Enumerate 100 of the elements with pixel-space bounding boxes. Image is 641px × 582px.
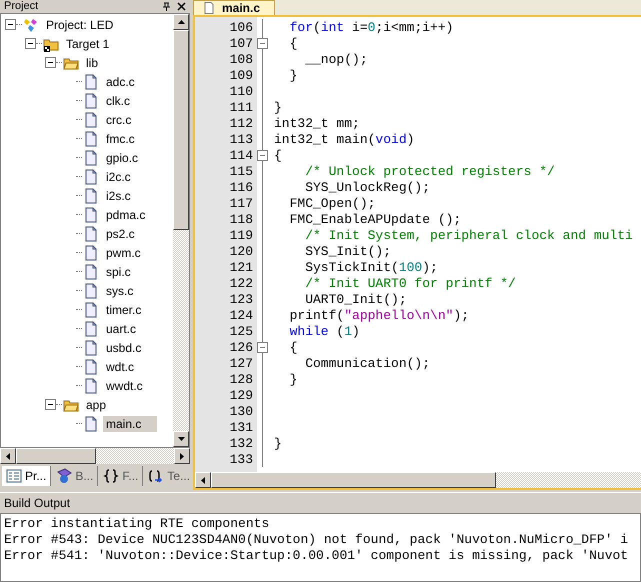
code-line: Communication(); xyxy=(304,356,430,370)
line-number: 113 xyxy=(228,132,254,146)
code-line: SYS_Init(); xyxy=(304,244,392,258)
scroll-thumb[interactable] xyxy=(16,448,96,464)
tree-item[interactable]: sys.c xyxy=(103,282,136,298)
horizontal-scrollbar[interactable] xyxy=(195,472,641,488)
code-line: SYS_UnlockReg(); xyxy=(304,180,430,194)
collapse-icon[interactable] xyxy=(45,399,56,410)
tree-item[interactable]: wdt.c xyxy=(103,358,138,374)
panel-title: Build Output xyxy=(4,496,70,510)
code-line: UART0_Init(); xyxy=(304,292,407,306)
code-line: FMC_Open(); xyxy=(288,196,376,210)
right-arrow-icon xyxy=(180,452,184,460)
collapse-icon[interactable] xyxy=(25,38,36,49)
line-number: 126 xyxy=(228,340,254,354)
scroll-thumb[interactable] xyxy=(173,30,189,230)
code-line: int32_t main(void) xyxy=(274,132,414,146)
code-line: } xyxy=(274,100,282,114)
file-icon xyxy=(83,302,99,318)
file-icon xyxy=(83,150,99,166)
tree-item[interactable]: fmc.c xyxy=(103,130,138,146)
file-icon xyxy=(83,244,99,260)
braces-icon xyxy=(103,468,120,484)
line-number: 116 xyxy=(228,180,254,194)
tree-item[interactable]: Project: LED xyxy=(43,16,116,32)
line-number: 106 xyxy=(228,20,254,34)
code-line: SysTickInit(100); xyxy=(304,260,438,274)
line-number: 108 xyxy=(228,52,254,66)
line-number: 131 xyxy=(228,420,254,434)
line-number: 115 xyxy=(228,164,254,178)
tree-item[interactable]: i2s.c xyxy=(103,188,134,204)
file-icon xyxy=(83,416,99,432)
down-arrow-icon xyxy=(178,437,184,441)
tree-item[interactable]: pwm.c xyxy=(103,244,144,260)
code-line: } xyxy=(288,68,298,82)
tree-item[interactable]: pdma.c xyxy=(103,206,148,222)
code-line: __nop(); xyxy=(304,52,368,66)
horizontal-scrollbar[interactable] xyxy=(0,448,190,464)
scroll-left-button[interactable] xyxy=(0,448,16,464)
tree-item[interactable]: spi.c xyxy=(103,264,134,280)
tree-item[interactable]: adc.c xyxy=(103,74,138,90)
code-line: } xyxy=(274,436,282,450)
file-icon xyxy=(83,92,99,108)
scroll-left-button[interactable] xyxy=(195,472,211,488)
close-icon[interactable] xyxy=(177,2,186,11)
tree-item[interactable]: clk.c xyxy=(103,92,133,108)
line-number: 122 xyxy=(228,276,254,290)
tree-item[interactable]: crc.c xyxy=(103,112,134,128)
file-icon xyxy=(83,206,99,222)
tree-item[interactable]: gpio.c xyxy=(103,150,142,166)
line-number: 110 xyxy=(228,84,254,98)
file-icon xyxy=(83,188,99,204)
collapse-icon[interactable] xyxy=(45,57,56,68)
project-window-icon xyxy=(6,468,22,484)
file-icon xyxy=(83,340,99,356)
line-number: 130 xyxy=(228,404,254,418)
output-line: Error #541: 'Nuvoton::Device:Startup:0.00.001' component is missing, pack 'Nuvot xyxy=(4,548,630,564)
line-number: 128 xyxy=(228,372,254,386)
code-line: /* Init System, peripheral clock and multi xyxy=(304,228,633,242)
tree-item[interactable]: timer.c xyxy=(103,302,144,318)
code-line: while (1) xyxy=(288,324,360,338)
editor-tab[interactable]: main.c xyxy=(193,0,276,15)
code-line: { xyxy=(288,36,298,50)
collapse-icon[interactable] xyxy=(5,19,16,30)
left-arrow-icon xyxy=(6,452,10,460)
tree-item[interactable]: wwdt.c xyxy=(103,378,146,394)
line-number: 111 xyxy=(228,100,254,114)
file-icon xyxy=(83,168,99,184)
tree-item[interactable]: Target 1 xyxy=(63,36,112,52)
tree-item[interactable]: ps2.c xyxy=(103,226,138,242)
line-number: 120 xyxy=(228,244,254,258)
scroll-thumb[interactable] xyxy=(211,472,496,488)
tree-item[interactable]: i2c.c xyxy=(103,168,134,184)
line-number: 124 xyxy=(228,308,254,322)
scroll-up-button[interactable] xyxy=(173,14,189,30)
line-number: 121 xyxy=(228,260,254,274)
file-icon xyxy=(83,264,99,280)
code-line: { xyxy=(274,148,282,162)
line-number: 123 xyxy=(228,292,254,306)
file-icon xyxy=(83,358,99,374)
file-icon xyxy=(83,282,99,298)
vertical-scrollbar[interactable] xyxy=(173,14,189,447)
panel-tab[interactable]: Pr... xyxy=(2,466,52,486)
tree-item[interactable]: app xyxy=(83,396,110,412)
file-icon xyxy=(83,320,99,336)
panel-title: Project xyxy=(4,0,38,13)
scroll-down-button[interactable] xyxy=(173,431,189,447)
line-number: 118 xyxy=(228,212,254,226)
line-number: 132 xyxy=(228,436,254,450)
line-number: 119 xyxy=(228,228,254,242)
tree-item[interactable]: uart.c xyxy=(103,320,140,336)
code-line: FMC_EnableAPUpdate (); xyxy=(288,212,462,226)
pin-icon[interactable] xyxy=(162,2,171,11)
tree-item[interactable]: main.c xyxy=(103,416,158,432)
tree-item[interactable]: usbd.c xyxy=(103,340,144,356)
file-icon xyxy=(83,112,99,128)
file-icon xyxy=(83,378,99,394)
tree-item[interactable]: lib xyxy=(83,54,102,70)
file-icon xyxy=(83,226,99,242)
scroll-right-button[interactable] xyxy=(174,448,190,464)
